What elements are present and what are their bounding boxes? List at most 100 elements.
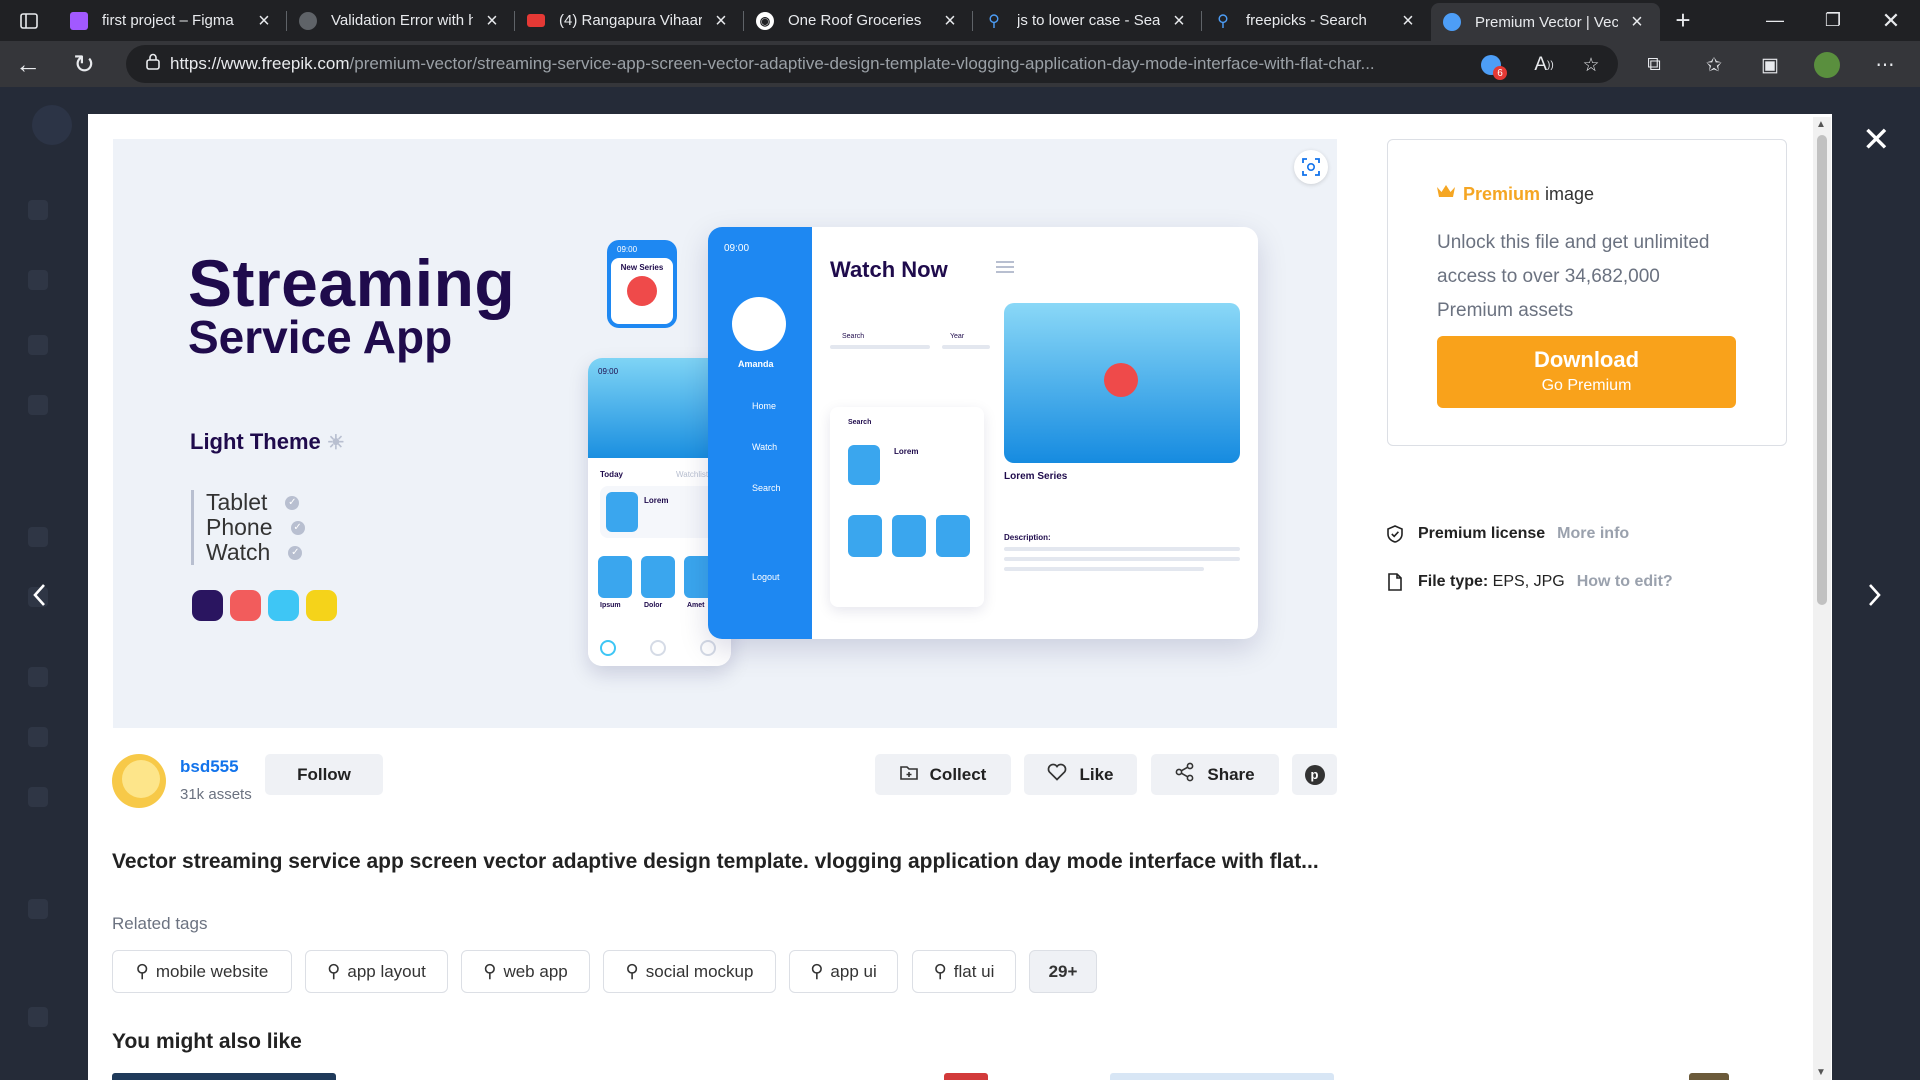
close-tab-icon[interactable]: × <box>710 11 732 31</box>
zoom-icon[interactable] <box>1294 150 1328 184</box>
close-tab-icon[interactable]: × <box>1626 12 1648 32</box>
author-assets: 31k assets <box>180 786 252 803</box>
tab-title: Premium Vector | Vect <box>1475 13 1618 31</box>
device-item: Watch ✓ <box>206 540 305 565</box>
more-menu-icon[interactable]: ⋯ <box>1872 52 1898 78</box>
tab-title: freepicks - Search <box>1246 12 1367 29</box>
tab-youtube[interactable]: (4) Rangapura Vihaara × <box>515 0 744 41</box>
share-button[interactable]: Share <box>1151 754 1279 795</box>
tag-app-ui[interactable]: ⚲ app ui <box>789 950 898 993</box>
new-tab-button[interactable]: + <box>1660 0 1706 41</box>
related-thumbnail[interactable] <box>112 1073 336 1080</box>
follow-button[interactable]: Follow <box>265 754 383 795</box>
close-tab-icon[interactable]: × <box>481 11 503 31</box>
close-tab-icon[interactable]: × <box>939 11 961 31</box>
file-icon <box>1386 573 1404 591</box>
color-swatch <box>306 590 337 621</box>
tag-web-app[interactable]: ⚲ web app <box>461 950 590 993</box>
collections-icon[interactable]: ▣ <box>1757 52 1783 78</box>
close-tab-icon[interactable]: × <box>1168 11 1190 31</box>
license-row: Premium license More info <box>1386 525 1629 543</box>
collect-button[interactable]: Collect <box>875 754 1011 795</box>
check-icon: ✓ <box>290 520 305 535</box>
tag-app-layout[interactable]: ⚲ app layout <box>305 950 448 993</box>
profile-avatar-icon[interactable] <box>1814 52 1840 78</box>
tag-mobile-website[interactable]: ⚲ mobile website <box>112 950 292 993</box>
tab-figma[interactable]: first project – Figma × <box>58 0 287 41</box>
shield-check-icon <box>1386 525 1404 543</box>
modal-scrollbar[interactable]: ▲ ▼ <box>1813 117 1831 1080</box>
mock-watch: 09:00 New Series <box>607 240 677 328</box>
play-icon <box>1104 363 1138 397</box>
tab-title: (4) Rangapura Vihaara <box>559 12 702 29</box>
close-tab-icon[interactable]: × <box>253 11 275 31</box>
search-icon: ⚲ <box>1217 12 1229 30</box>
search-icon: ⚲ <box>483 961 497 981</box>
tab-title: first project – Figma <box>102 12 234 29</box>
close-modal-icon[interactable]: ✕ <box>1862 123 1891 157</box>
tab-title: js to lower case - Sear <box>1017 12 1160 29</box>
extension-badge-icon[interactable]: 6 <box>1478 52 1507 80</box>
tab-validation-error[interactable]: Validation Error with h × <box>287 0 515 41</box>
reload-icon[interactable]: ↻ <box>56 41 112 87</box>
heart-icon <box>1047 763 1067 787</box>
close-window-icon[interactable]: ✕ <box>1862 0 1920 41</box>
tab-js-lowercase[interactable]: ⚲ js to lower case - Sear × <box>973 0 1202 41</box>
search-icon: ⚲ <box>933 961 947 981</box>
like-button[interactable]: Like <box>1024 754 1137 795</box>
pinterest-button[interactable]: p <box>1292 754 1337 795</box>
related-thumbnail[interactable] <box>944 1073 988 1080</box>
favorite-add-icon[interactable]: ☆ <box>1578 52 1604 78</box>
search-icon: ⚲ <box>327 961 341 981</box>
back-icon[interactable]: ← <box>0 41 56 87</box>
pinterest-icon: p <box>1304 764 1325 785</box>
share-icon <box>1175 762 1195 788</box>
search-icon: ⚲ <box>135 961 149 981</box>
color-swatch <box>192 590 223 621</box>
preview-subtitle: Service App <box>188 311 453 363</box>
tab-actions-icon[interactable] <box>0 0 58 41</box>
chrome-icon: ◉ <box>756 11 774 30</box>
color-swatch <box>268 590 299 621</box>
restore-icon[interactable]: ❐ <box>1804 0 1862 41</box>
asset-description: Vector streaming service app screen vect… <box>112 850 1319 873</box>
next-arrow-icon[interactable] <box>1868 582 1882 614</box>
theme-label: Light Theme ☀ <box>190 429 345 454</box>
read-aloud-icon[interactable]: A)) <box>1531 52 1557 78</box>
related-thumbnail[interactable] <box>1689 1073 1729 1080</box>
previous-arrow-icon[interactable] <box>32 582 46 614</box>
you-might-also-like-heading: You might also like <box>112 1030 302 1053</box>
download-button[interactable]: Download Go Premium <box>1437 336 1736 408</box>
tab-one-roof[interactable]: ◉ One Roof Groceries × <box>744 0 973 41</box>
how-to-edit-link[interactable]: How to edit? <box>1577 573 1673 591</box>
lock-icon <box>146 53 160 75</box>
tab-strip: first project – Figma × Validation Error… <box>0 0 1920 41</box>
tab-premium-vector[interactable]: Premium Vector | Vect × <box>1431 3 1660 41</box>
favorites-icon[interactable]: ✩ <box>1701 52 1727 78</box>
address-bar[interactable]: https://www.freepik.com/premium-vector/s… <box>126 45 1618 83</box>
related-thumbnail[interactable] <box>1110 1073 1334 1080</box>
collect-icon <box>899 764 918 786</box>
author-avatar[interactable] <box>112 754 166 808</box>
device-item: Tablet ✓ <box>206 490 305 515</box>
close-tab-icon[interactable]: × <box>1397 11 1419 31</box>
tag-flat-ui[interactable]: ⚲ flat ui <box>912 950 1016 993</box>
minimize-icon[interactable]: — <box>1746 0 1804 41</box>
extensions-icon[interactable]: ⧉ <box>1641 52 1667 78</box>
author-name[interactable]: bsd555 <box>180 757 239 777</box>
related-tags-label: Related tags <box>112 914 208 933</box>
tab-title: Validation Error with h <box>331 12 473 29</box>
device-item: Phone ✓ <box>206 515 305 540</box>
search-icon: ⚲ <box>810 961 824 981</box>
more-info-link[interactable]: More info <box>1557 525 1629 543</box>
tags-more-button[interactable]: 29+ <box>1029 950 1097 993</box>
crown-icon <box>1436 182 1456 205</box>
toolbar: ← ↻ https://www.freepik.com/premium-vect… <box>0 41 1920 87</box>
tab-freepicks-search[interactable]: ⚲ freepicks - Search × <box>1202 0 1431 41</box>
filetype-row: File type: EPS, JPG How to edit? <box>1386 573 1673 591</box>
tab-title: One Roof Groceries <box>788 12 922 29</box>
url-text: https://www.freepik.com/premium-vector/s… <box>170 54 1375 73</box>
premium-title: Premium image <box>1463 184 1595 204</box>
chatgpt-icon <box>299 11 317 30</box>
tag-social-mockup[interactable]: ⚲ social mockup <box>603 950 776 993</box>
